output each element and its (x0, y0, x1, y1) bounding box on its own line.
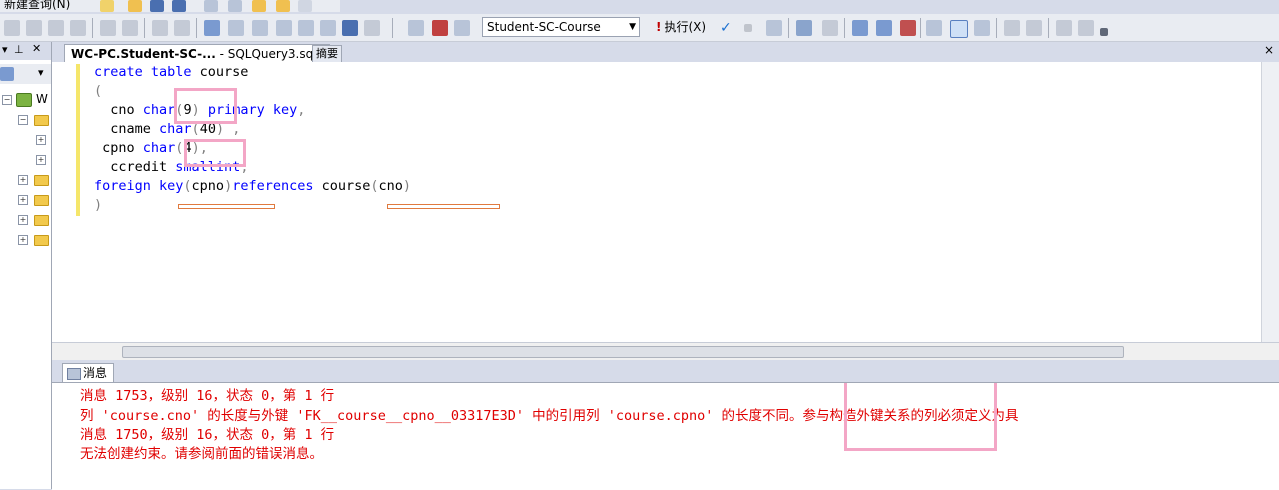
cancel-query-icon[interactable] (432, 20, 448, 36)
sql-editor-toolbar: Student-SC-Course ▼ ! 执行(X) ✓ (0, 14, 1279, 42)
folder-icon (34, 235, 49, 246)
client-stats-icon[interactable] (900, 20, 916, 36)
tab-close-icon[interactable]: × (1264, 43, 1274, 57)
highlight-box-cpno-length (184, 139, 246, 167)
message-line: 消息 1753，级别 16，状态 0，第 1 行 (80, 388, 335, 404)
new-file-icon[interactable] (100, 0, 114, 12)
pin-icon[interactable]: ⊥ (14, 43, 24, 56)
font-size-icon[interactable] (70, 20, 86, 36)
toolbar-options-icon[interactable] (1100, 28, 1108, 36)
highlight-box-length-differs (844, 383, 997, 451)
tab-summary[interactable]: 摘要 (312, 45, 342, 62)
change-marker (76, 64, 80, 216)
uncomment-icon[interactable] (174, 20, 190, 36)
template-explorer-icon[interactable] (228, 0, 242, 12)
new-query-button[interactable]: 新建查询(N) (4, 0, 70, 12)
bookmark-window-icon[interactable] (342, 20, 358, 36)
sql-editor[interactable]: create table course ( cno char(9) primar… (52, 62, 1279, 342)
server-node-label[interactable]: W (36, 92, 48, 106)
properties-icon[interactable] (276, 0, 290, 12)
comment-lines-icon[interactable] (1004, 20, 1020, 36)
underline-cpno (178, 204, 275, 209)
close-icon[interactable]: ✕ (32, 42, 41, 55)
editor-vertical-scrollbar[interactable] (1261, 62, 1279, 342)
estimated-plan-icon[interactable] (796, 20, 812, 36)
outdent-icon[interactable] (122, 20, 138, 36)
results-tabbar: 消息 (52, 360, 1279, 383)
bookmark-next-icon[interactable] (298, 20, 314, 36)
scroll-thumb[interactable] (122, 346, 1124, 358)
increase-indent-icon[interactable] (1078, 20, 1094, 36)
execute-button[interactable]: ! 执行(X) (656, 18, 706, 36)
editor-horizontal-scrollbar[interactable] (52, 342, 1279, 361)
available-databases-icon[interactable] (454, 20, 470, 36)
results-grid-icon[interactable] (228, 20, 244, 36)
clear-bookmarks-icon[interactable] (364, 20, 380, 36)
folder-icon (34, 175, 49, 186)
query-designer-icon[interactable] (408, 20, 424, 36)
collapse-icon[interactable]: − (2, 95, 12, 105)
parse-icon[interactable] (766, 20, 782, 36)
bookmark-icon[interactable] (320, 20, 336, 36)
message-line: 消息 1750，级别 16，状态 0，第 1 行 (80, 427, 335, 443)
include-plan-icon[interactable] (876, 20, 892, 36)
messages-icon (67, 368, 81, 380)
expand-icon[interactable]: + (18, 195, 28, 205)
bookmark-prev-icon[interactable] (276, 20, 292, 36)
execute-icon: ! (656, 20, 662, 34)
expand-icon[interactable]: + (18, 215, 28, 225)
database-select[interactable]: Student-SC-Course ▼ (482, 17, 640, 37)
underline-course-cno (387, 204, 500, 209)
folder-icon (34, 215, 49, 226)
folder-icon (34, 195, 49, 206)
open-file-icon[interactable] (128, 0, 142, 12)
chevron-down-icon: ▼ (629, 22, 636, 32)
standard-toolbar: 新建查询(N) (0, 0, 340, 12)
messages-pane: 消息 1753，级别 16，状态 0，第 1 行 列 'course.cno' … (52, 382, 1279, 490)
expand-icon[interactable]: + (18, 175, 28, 185)
check-icon[interactable]: ✓ (720, 20, 736, 36)
results-to-text-icon[interactable] (926, 20, 942, 36)
change-connection-icon[interactable] (26, 20, 42, 36)
results-to-file-icon[interactable] (974, 20, 990, 36)
activity-monitor-icon[interactable] (204, 0, 218, 12)
message-line: 无法创建约束。请参阅前面的错误消息。 (80, 446, 323, 462)
object-explorer-toolbar: ▾ (0, 64, 51, 84)
code-line-2: ( (94, 83, 103, 99)
dropdown-icon[interactable]: ▾ (2, 43, 8, 56)
highlight-box-cno-length (174, 88, 237, 124)
results-text-icon[interactable] (204, 20, 220, 36)
stop-icon[interactable] (744, 24, 752, 32)
uncomment-lines-icon[interactable] (1026, 20, 1042, 36)
object-explorer-header: ▾ ⊥ ✕ (0, 42, 51, 60)
server-icon (16, 93, 32, 107)
expand-icon[interactable]: + (18, 235, 28, 245)
results-to-grid-icon[interactable] (950, 20, 968, 38)
overflow-icon[interactable]: ▾ (38, 66, 44, 79)
tab-messages[interactable]: 消息 (62, 363, 115, 383)
decrease-indent-icon[interactable] (1056, 20, 1072, 36)
disconnect-icon[interactable] (48, 20, 64, 36)
save-icon[interactable] (150, 0, 164, 12)
intellisense-icon[interactable] (822, 20, 838, 36)
object-explorer-panel: ▾ ⊥ ✕ ▾ − W − + + + + + + (0, 42, 52, 489)
collapse-icon[interactable]: − (18, 115, 28, 125)
tab-sqlquery3[interactable]: WC-PC.Student-SC-... - SQLQuery3.sql* (64, 44, 330, 63)
expand-icon[interactable]: + (36, 155, 46, 165)
results-file-icon[interactable] (252, 20, 268, 36)
toolbox-icon[interactable] (298, 0, 312, 12)
connect-icon[interactable] (4, 20, 20, 36)
code-line-7: foreign key(cpno)references course(cno) (94, 178, 412, 194)
save-all-icon[interactable] (172, 0, 186, 12)
code-line-1: create table course (94, 64, 249, 80)
folder-icon (34, 115, 49, 126)
code-line-8: ) (94, 197, 103, 213)
object-explorer-icon[interactable] (252, 0, 266, 12)
document-tabbar: WC-PC.Student-SC-... - SQLQuery3.sql* 摘要… (52, 42, 1279, 63)
expand-icon[interactable]: + (36, 135, 46, 145)
connect-icon[interactable] (0, 67, 14, 81)
indent-icon[interactable] (100, 20, 116, 36)
query-options-icon[interactable] (852, 20, 868, 36)
comment-icon[interactable] (152, 20, 168, 36)
